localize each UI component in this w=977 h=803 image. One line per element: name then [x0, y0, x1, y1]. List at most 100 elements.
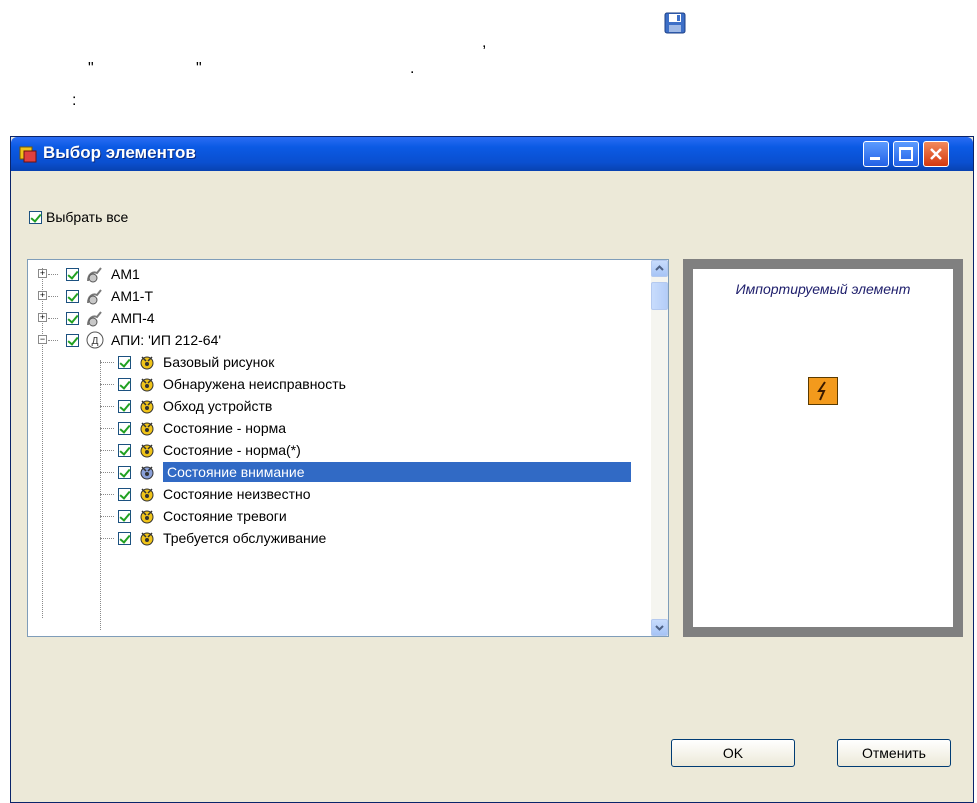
minimize-button[interactable]: [863, 141, 889, 167]
state-icon: [140, 444, 154, 458]
chevron-up-icon: [655, 265, 664, 271]
tree-item-checkbox[interactable]: [118, 487, 131, 501]
close-icon: [930, 148, 942, 160]
tree-connector: [100, 538, 114, 539]
dialog-title: Выбор элементов: [43, 143, 196, 162]
tree-item-checkbox[interactable]: [118, 355, 131, 369]
expand-icon[interactable]: +: [38, 269, 47, 278]
tree-item-checkbox[interactable]: [66, 333, 79, 347]
tree-item[interactable]: Требуется обслуживание: [28, 527, 326, 549]
preview-panel: Импортируемый элемент: [683, 259, 963, 637]
ok-button[interactable]: OK: [671, 739, 795, 767]
state-icon: [140, 422, 154, 436]
tree-item-checkbox[interactable]: [118, 399, 131, 413]
tree-item-checkbox[interactable]: [66, 289, 79, 303]
tree-item[interactable]: + АМП-4: [28, 307, 155, 329]
tree-item-label: АМП-4: [111, 310, 155, 326]
tree-connector: [100, 516, 114, 517]
select-elements-dialog: Выбор элементов Выбрать все + АМ1 + АМ1-…: [10, 136, 974, 803]
minimize-icon: [870, 157, 880, 160]
expand-icon[interactable]: +: [38, 291, 47, 300]
cancel-button[interactable]: Отменить: [837, 739, 951, 767]
tree-item-checkbox[interactable]: [118, 443, 131, 457]
tree-connector: [100, 406, 114, 407]
select-all-check[interactable]: [29, 210, 42, 224]
collapse-icon[interactable]: −: [38, 335, 47, 344]
tree-item-label: Состояние - норма: [163, 420, 287, 436]
elements-tree[interactable]: + АМ1 + АМ1-Т + АМП-4 − Д АПИ: 'ИП 212-6…: [27, 259, 669, 637]
tree-item-label: Состояние неизвестно: [163, 486, 311, 502]
state-icon: [140, 400, 154, 414]
state-icon: [140, 488, 154, 502]
state-icon: [140, 510, 154, 524]
preview-caption: Импортируемый элемент: [735, 281, 911, 297]
tree-item[interactable]: Базовый рисунок: [28, 351, 274, 373]
state-icon: [140, 378, 154, 392]
preview-element: [808, 377, 838, 405]
period-glyph: .: [410, 60, 415, 77]
tree-item-label: АМ1: [111, 266, 140, 282]
save-icon: [664, 12, 686, 34]
tree-item-label: АПИ: 'ИП 212-64': [111, 332, 222, 348]
tree-item[interactable]: Состояние - норма(*): [28, 439, 301, 461]
tree-item-selected[interactable]: Состояние внимание: [28, 461, 631, 483]
tree-scrollbar[interactable]: [651, 260, 668, 636]
svg-text:Д: Д: [92, 336, 99, 347]
tree-item-checkbox[interactable]: [118, 421, 131, 435]
tree-item[interactable]: + АМ1-Т: [28, 285, 153, 307]
tree-item-label: Состояние - норма(*): [163, 442, 301, 458]
tree-item[interactable]: Состояние неизвестно: [28, 483, 311, 505]
tree-item-checkbox[interactable]: [66, 267, 79, 281]
tree-item-checkbox[interactable]: [66, 311, 79, 325]
comma-glyph: ,: [482, 34, 487, 51]
scroll-down-button[interactable]: [651, 619, 668, 636]
tree-item-checkbox[interactable]: [118, 377, 131, 391]
colon-glyph: :: [72, 92, 77, 109]
device-icon: [87, 267, 102, 283]
app-icon: [19, 146, 37, 163]
tree-item-checkbox[interactable]: [118, 509, 131, 523]
tree-item-label: Состояние внимание: [163, 462, 631, 482]
tree-item[interactable]: − Д АПИ: 'ИП 212-64': [28, 329, 221, 351]
tree-item-checkbox[interactable]: [118, 531, 131, 545]
scroll-up-button[interactable]: [651, 260, 668, 277]
sensor-icon: Д: [86, 331, 104, 349]
device-icon: [87, 289, 102, 305]
quote-right-glyph: ": [196, 60, 202, 77]
tree-connector: [48, 318, 58, 319]
dialog-titlebar[interactable]: Выбор элементов: [11, 137, 973, 171]
tree-connector: [100, 428, 114, 429]
tree-item-label: Состояние тревоги: [163, 508, 287, 524]
maximize-button[interactable]: [893, 141, 919, 167]
quote-left-glyph: ": [88, 60, 94, 77]
tree-item-checkbox[interactable]: [118, 465, 131, 479]
tree-connector: [48, 340, 58, 341]
tree-item[interactable]: Обнаружена неисправность: [28, 373, 346, 395]
tree-item-label: Обнаружена неисправность: [163, 376, 346, 392]
tree-item-label: АМ1-Т: [111, 288, 153, 304]
tree-connector: [100, 450, 114, 451]
tree-connector: [100, 494, 114, 495]
maximize-icon: [899, 147, 913, 161]
scroll-thumb[interactable]: [651, 282, 668, 310]
tree-item[interactable]: Состояние тревоги: [28, 505, 287, 527]
lightning-icon: [817, 381, 826, 401]
tree-connector: [100, 472, 114, 473]
state-icon: [140, 532, 154, 546]
tree-connector: [48, 296, 58, 297]
tree-item[interactable]: Состояние - норма: [28, 417, 286, 439]
tree-item[interactable]: + АМ1: [28, 263, 140, 285]
expand-icon[interactable]: +: [38, 313, 47, 322]
preview-canvas: Импортируемый элемент: [693, 269, 953, 627]
state-icon: [140, 466, 154, 480]
tree-connector: [48, 274, 58, 275]
close-button[interactable]: [923, 141, 949, 167]
select-all-checkbox[interactable]: Выбрать все: [29, 209, 128, 225]
tree-item-label: Требуется обслуживание: [163, 530, 327, 546]
device-icon: [87, 311, 102, 327]
tree-connector: [100, 384, 114, 385]
chevron-down-icon: [655, 625, 664, 631]
tree-item[interactable]: Обход устройств: [28, 395, 272, 417]
tree-item-label: Базовый рисунок: [163, 354, 275, 370]
state-icon: [140, 356, 154, 370]
